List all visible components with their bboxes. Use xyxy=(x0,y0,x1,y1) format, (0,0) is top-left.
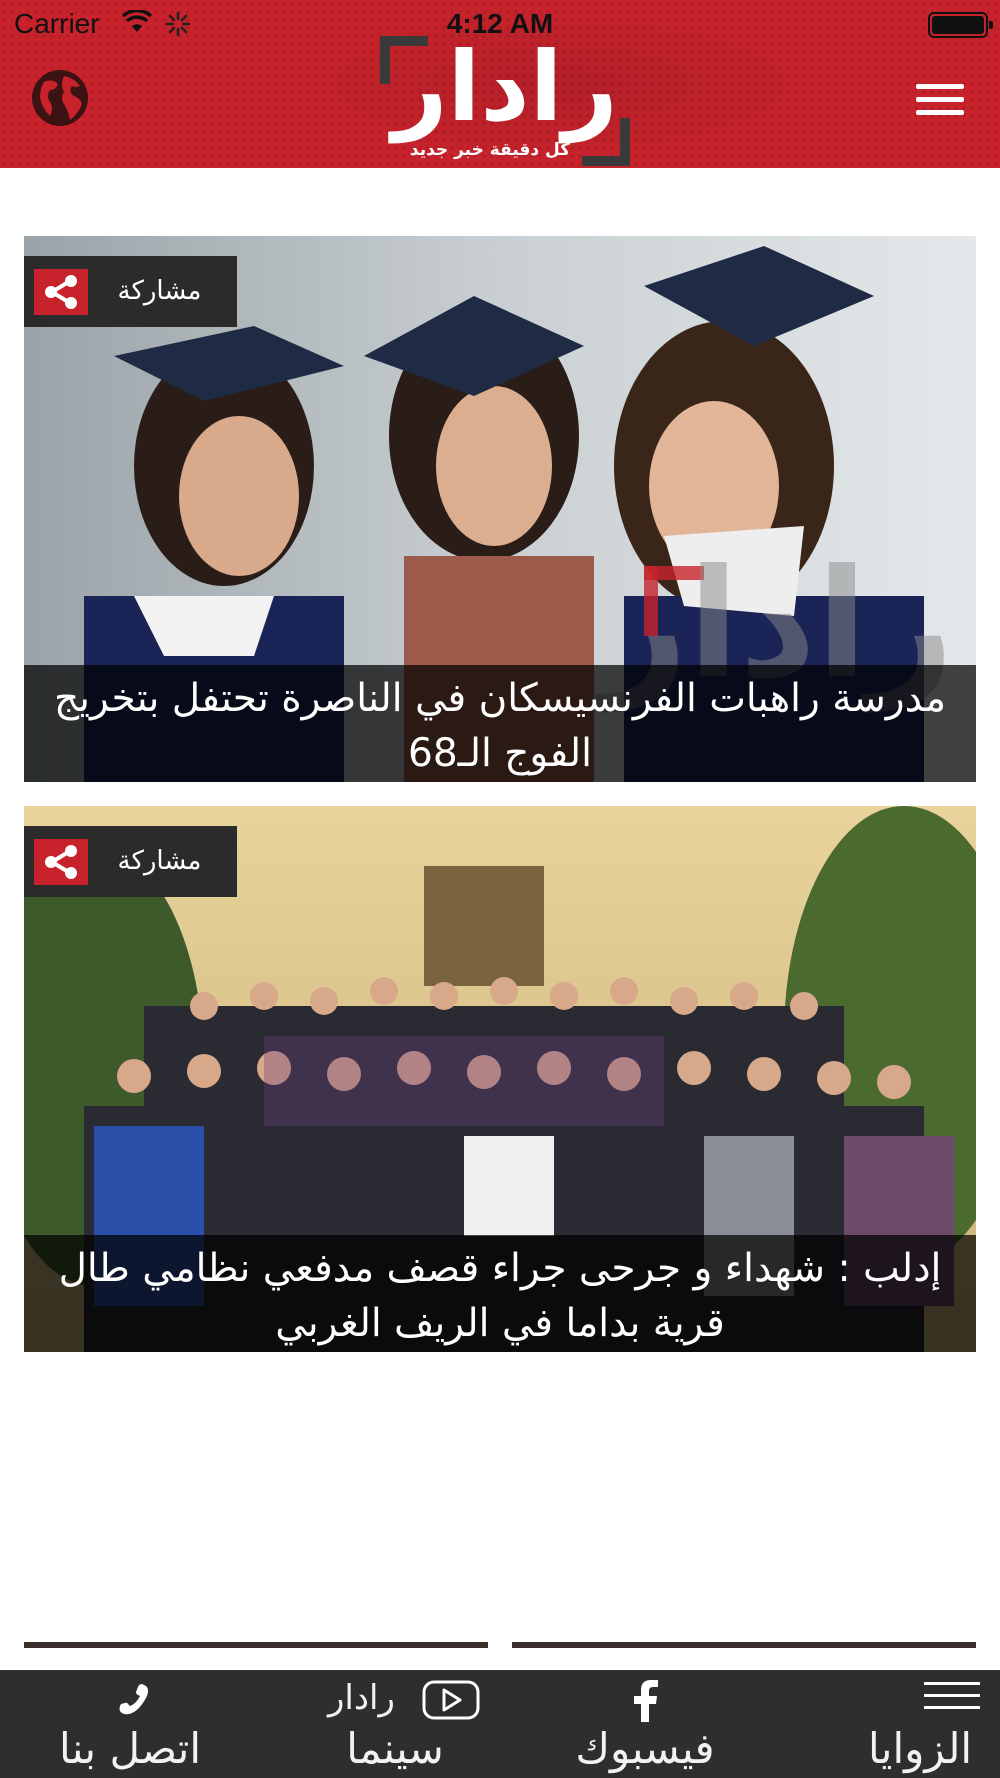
tab-label-top: رادار xyxy=(328,1678,395,1718)
tab-label: اتصل بنا xyxy=(58,1723,202,1773)
globe-icon[interactable] xyxy=(30,68,90,128)
radar-logo: رادار كل دقيقة خبر جديد xyxy=(380,31,630,166)
logo-tagline: كل دقيقة خبر جديد xyxy=(409,140,571,160)
share-button[interactable]: مشاركة xyxy=(24,256,237,327)
tab-zawaya[interactable]: الزوايا xyxy=(860,1670,980,1778)
app-header: Carrier 4:12 AM رادار كل دقيقة خبر جديد xyxy=(0,0,1000,168)
menu-icon[interactable] xyxy=(916,84,964,120)
logo-word: رادار xyxy=(392,31,618,143)
tab-radar-cinema[interactable]: رادار سينما xyxy=(310,1670,480,1778)
battery-icon xyxy=(928,12,993,38)
share-label: مشاركة xyxy=(117,846,202,876)
article-thumbnail-partial[interactable] xyxy=(512,1642,976,1648)
tab-facebook[interactable]: فيسبوك xyxy=(555,1670,735,1778)
share-icon xyxy=(34,269,88,315)
article-card[interactable]: رادار مشاركة مدرسة راهبات الفرنسيسكان في… xyxy=(24,236,976,782)
phone-icon xyxy=(119,1684,148,1715)
article-title[interactable]: إدلب : شهداء و جرحى جراء قصف مدفعي نظامي… xyxy=(38,1241,962,1351)
article-thumbnail-partial[interactable] xyxy=(24,1642,488,1648)
share-icon xyxy=(34,839,88,885)
article-card[interactable]: مشاركة إدلب : شهداء و جرحى جراء قصف مدفع… xyxy=(24,806,976,1352)
article-caption: إدلب : شهداء و جرحى جراء قصف مدفعي نظامي… xyxy=(24,1235,976,1352)
bottom-tab-bar: اتصل بنا رادار سينما فيسبوك الزوايا xyxy=(0,1670,1000,1778)
tab-label: فيسبوك xyxy=(575,1723,715,1773)
share-label: مشاركة xyxy=(117,276,202,306)
share-button[interactable]: مشاركة xyxy=(24,826,237,897)
play-icon xyxy=(422,1680,480,1720)
article-caption: مدرسة راهبات الفرنسيسكان في الناصرة تحتف… xyxy=(24,665,976,782)
article-title[interactable]: مدرسة راهبات الفرنسيسكان في الناصرة تحتف… xyxy=(38,671,962,781)
list-icon xyxy=(924,1682,980,1709)
facebook-icon xyxy=(634,1680,658,1722)
tab-contact-us[interactable]: اتصل بنا xyxy=(30,1670,230,1778)
tab-label: سينما xyxy=(346,1723,444,1773)
tab-label: الزوايا xyxy=(867,1723,973,1773)
